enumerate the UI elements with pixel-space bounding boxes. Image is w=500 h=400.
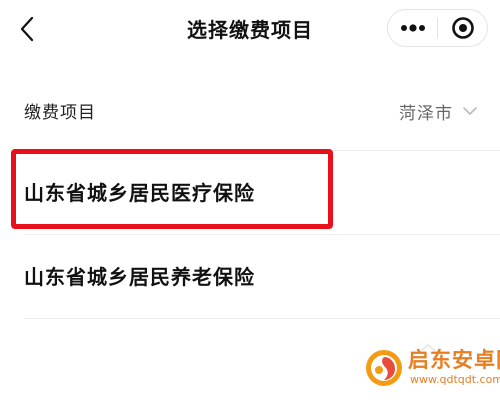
navigation-bar: 选择缴费项目 <box>0 0 500 58</box>
city-label: 菏泽市 <box>399 103 453 124</box>
close-button[interactable] <box>438 10 487 46</box>
chevron-down-icon <box>463 107 477 115</box>
watermark: 启东安卓网 www.qdtqdt.com <box>364 340 500 396</box>
list-item-medical-insurance[interactable]: 山东省城乡居民医疗保险 <box>0 152 500 230</box>
list-item-pension-insurance[interactable]: 山东省城乡居民养老保险 <box>0 236 500 314</box>
divider <box>24 318 500 319</box>
divider <box>24 150 500 151</box>
mini-program-capsule <box>387 9 488 47</box>
city-selector[interactable]: 菏泽市 <box>399 94 478 128</box>
app-screen: 选择缴费项目 缴费项目 菏泽市 山东省城乡居民医疗保险 山东省城乡居民养老保险 … <box>0 0 500 400</box>
more-dots-icon <box>400 24 425 32</box>
watermark-url: www.qdtqdt.com <box>410 373 500 386</box>
watermark-logo-icon <box>366 350 402 386</box>
list-item-label: 山东省城乡居民养老保险 <box>24 265 255 289</box>
list-item-label: 山东省城乡居民医疗保险 <box>24 181 255 205</box>
divider <box>24 234 500 235</box>
more-button[interactable] <box>388 10 437 46</box>
section-header: 缴费项目 菏泽市 <box>0 88 500 134</box>
watermark-text: 启东安卓网 <box>408 348 500 372</box>
mini-program-close-icon <box>451 17 474 39</box>
section-label: 缴费项目 <box>24 103 96 123</box>
